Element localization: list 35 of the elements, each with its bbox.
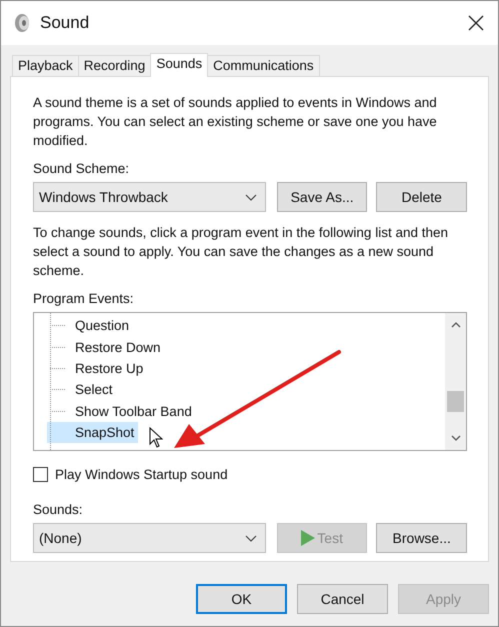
- sound-dropdown[interactable]: (None): [33, 523, 266, 553]
- chevron-icon: [244, 194, 257, 200]
- scheme-dropdown[interactable]: Windows Throwback: [33, 182, 266, 212]
- scheme-button[interactable]: Delete: [376, 182, 468, 212]
- scheme-label: Sound Scheme:: [33, 161, 130, 176]
- event-item[interactable]: Restore Down: [47, 336, 165, 358]
- window-title: Sound: [40, 13, 90, 33]
- close-icon[interactable]: [468, 15, 484, 31]
- tab[interactable]: Recording: [78, 55, 152, 76]
- scheme-button[interactable]: Save As...: [276, 182, 368, 212]
- tab[interactable]: Sounds: [150, 53, 208, 77]
- sounds-label: Sounds:: [33, 502, 84, 517]
- browse-button[interactable]: Browse...: [376, 523, 468, 553]
- checkbox-label: Play Windows Startup sound: [55, 467, 228, 482]
- scroll-thumb[interactable]: [447, 391, 464, 412]
- dialog-button[interactable]: OK: [196, 584, 287, 614]
- cursor-icon: [149, 427, 163, 448]
- instructions-text: To change sounds, click a program event in the following list and then select a sound to apply. You can save the changes as a new sound scheme.: [33, 224, 449, 280]
- event-item[interactable]: Question: [47, 315, 134, 336]
- events-label: Program Events:: [33, 291, 135, 306]
- scrollbar[interactable]: [445, 313, 466, 450]
- event-item[interactable]: Select: [47, 379, 117, 400]
- scroll-down-icon[interactable]: [450, 435, 460, 441]
- tab[interactable]: Communications: [207, 55, 320, 76]
- event-item[interactable]: Show Toolbar Band: [47, 400, 196, 422]
- play-icon: [301, 530, 316, 546]
- intro-text: A sound theme is a set of sounds applied to events in Windows and programs. You can select an existing scheme or save one you have modified.: [33, 94, 438, 150]
- checkbox[interactable]: [33, 467, 48, 482]
- event-item[interactable]: Restore Up: [47, 358, 148, 379]
- chevron-icon: [244, 534, 257, 542]
- event-item[interactable]: SnapShot: [47, 422, 138, 444]
- dialog-button[interactable]: Cancel: [297, 584, 388, 614]
- tab[interactable]: Playback: [12, 55, 79, 76]
- speaker-icon: [13, 13, 31, 33]
- scroll-up-icon[interactable]: [450, 322, 460, 328]
